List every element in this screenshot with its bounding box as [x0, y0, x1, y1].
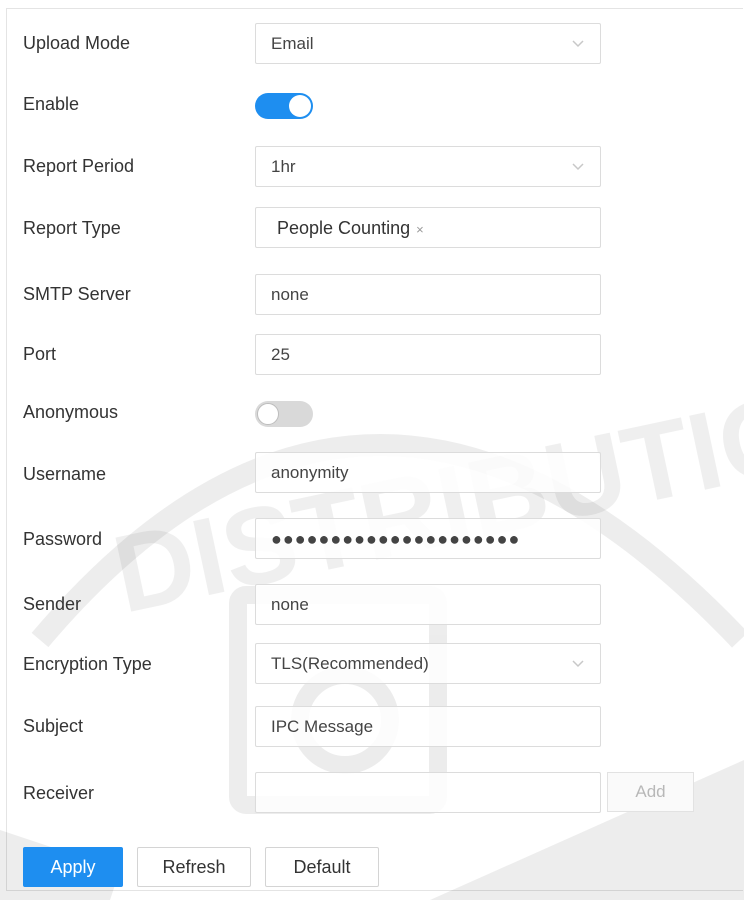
- encryption-type-value: TLS(Recommended): [271, 654, 429, 673]
- receiver-label: Receiver: [23, 783, 95, 803]
- smtp-server-value: none: [271, 285, 309, 304]
- report-type-tag-label: People Counting: [277, 218, 411, 238]
- subject-input[interactable]: IPC Message: [255, 706, 601, 747]
- username-input[interactable]: anonymity: [255, 452, 601, 493]
- report-period-select[interactable]: 1hr: [255, 146, 601, 187]
- anonymous-label: Anonymous: [23, 402, 119, 422]
- encryption-type-label: Encryption Type: [23, 654, 152, 674]
- smtp-server-input[interactable]: none: [255, 274, 601, 315]
- chevron-down-icon: [572, 40, 584, 48]
- upload-mode-select[interactable]: Email: [255, 23, 601, 64]
- chevron-down-icon: [572, 660, 584, 668]
- password-label: Password: [23, 529, 103, 549]
- receiver-input[interactable]: [255, 772, 601, 813]
- smtp-server-label: SMTP Server: [23, 284, 131, 304]
- apply-button[interactable]: Apply: [23, 847, 123, 887]
- enable-toggle[interactable]: [255, 93, 313, 119]
- toggle-knob: [289, 95, 311, 117]
- anonymous-toggle[interactable]: [255, 401, 313, 427]
- sender-value: none: [271, 595, 309, 614]
- upload-mode-value: Email: [271, 34, 314, 53]
- upload-mode-label: Upload Mode: [23, 33, 131, 53]
- chevron-down-icon: [572, 163, 584, 171]
- report-type-label: Report Type: [23, 218, 121, 238]
- report-period-label: Report Period: [23, 156, 135, 176]
- close-icon[interactable]: ×: [416, 222, 424, 237]
- username-label: Username: [23, 464, 107, 484]
- encryption-type-select[interactable]: TLS(Recommended): [255, 643, 601, 684]
- refresh-button[interactable]: Refresh: [137, 847, 251, 887]
- report-type-tag: People Counting ×: [277, 216, 424, 242]
- report-period-value: 1hr: [271, 157, 296, 176]
- port-input[interactable]: 25: [255, 334, 601, 375]
- settings-panel: [6, 8, 743, 891]
- port-value: 25: [271, 345, 290, 364]
- add-receiver-button[interactable]: Add: [607, 772, 694, 812]
- password-value: ●●●●●●●●●●●●●●●●●●●●●: [271, 529, 521, 549]
- subject-label: Subject: [23, 716, 84, 736]
- sender-input[interactable]: none: [255, 584, 601, 625]
- password-input[interactable]: ●●●●●●●●●●●●●●●●●●●●●: [255, 518, 601, 559]
- port-label: Port: [23, 344, 57, 364]
- default-button[interactable]: Default: [265, 847, 379, 887]
- enable-label: Enable: [23, 94, 80, 114]
- sender-label: Sender: [23, 594, 82, 614]
- toggle-knob: [257, 403, 279, 425]
- subject-value: IPC Message: [271, 717, 374, 736]
- username-value: anonymity: [271, 463, 349, 482]
